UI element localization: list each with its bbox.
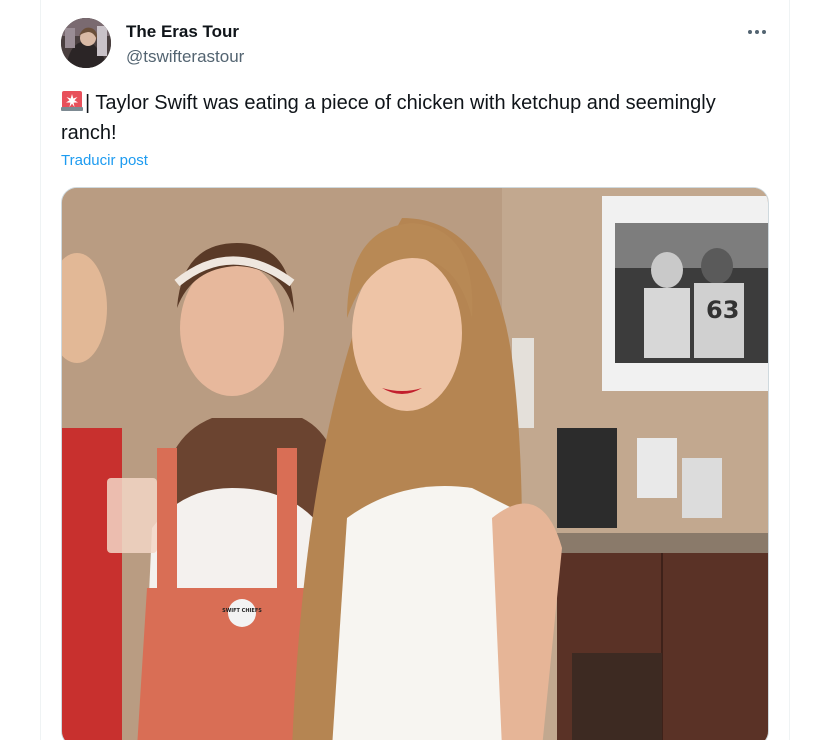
author-display-name[interactable]: The Eras Tour (126, 21, 244, 43)
tweet-photo[interactable]: 63 SWIFT CHIEFS (61, 187, 769, 740)
tweet[interactable]: The Eras Tour @tswifterastour | Taylor S… (41, 0, 789, 740)
more-options-icon (748, 30, 766, 34)
author-info: The Eras Tour @tswifterastour (126, 21, 244, 68)
tweet-body: | Taylor Swift was eating a piece of chi… (61, 92, 716, 144)
police-siren-emoji-icon (61, 90, 83, 112)
tweet-text: | Taylor Swift was eating a piece of chi… (61, 88, 761, 148)
profile-avatar-icon (61, 18, 111, 68)
translate-post-link[interactable]: Traducir post (61, 151, 148, 171)
author-handle[interactable]: @tswifterastour (126, 46, 244, 68)
jersey-number-text: 63 (706, 296, 739, 324)
column-border-right (789, 0, 790, 740)
photo-image: 63 SWIFT CHIEFS (62, 188, 768, 740)
author-avatar[interactable] (61, 18, 111, 68)
more-options-button[interactable] (741, 18, 773, 46)
timeline-page: The Eras Tour @tswifterastour | Taylor S… (0, 0, 814, 740)
pin-text: SWIFT CHIEFS (222, 608, 262, 614)
